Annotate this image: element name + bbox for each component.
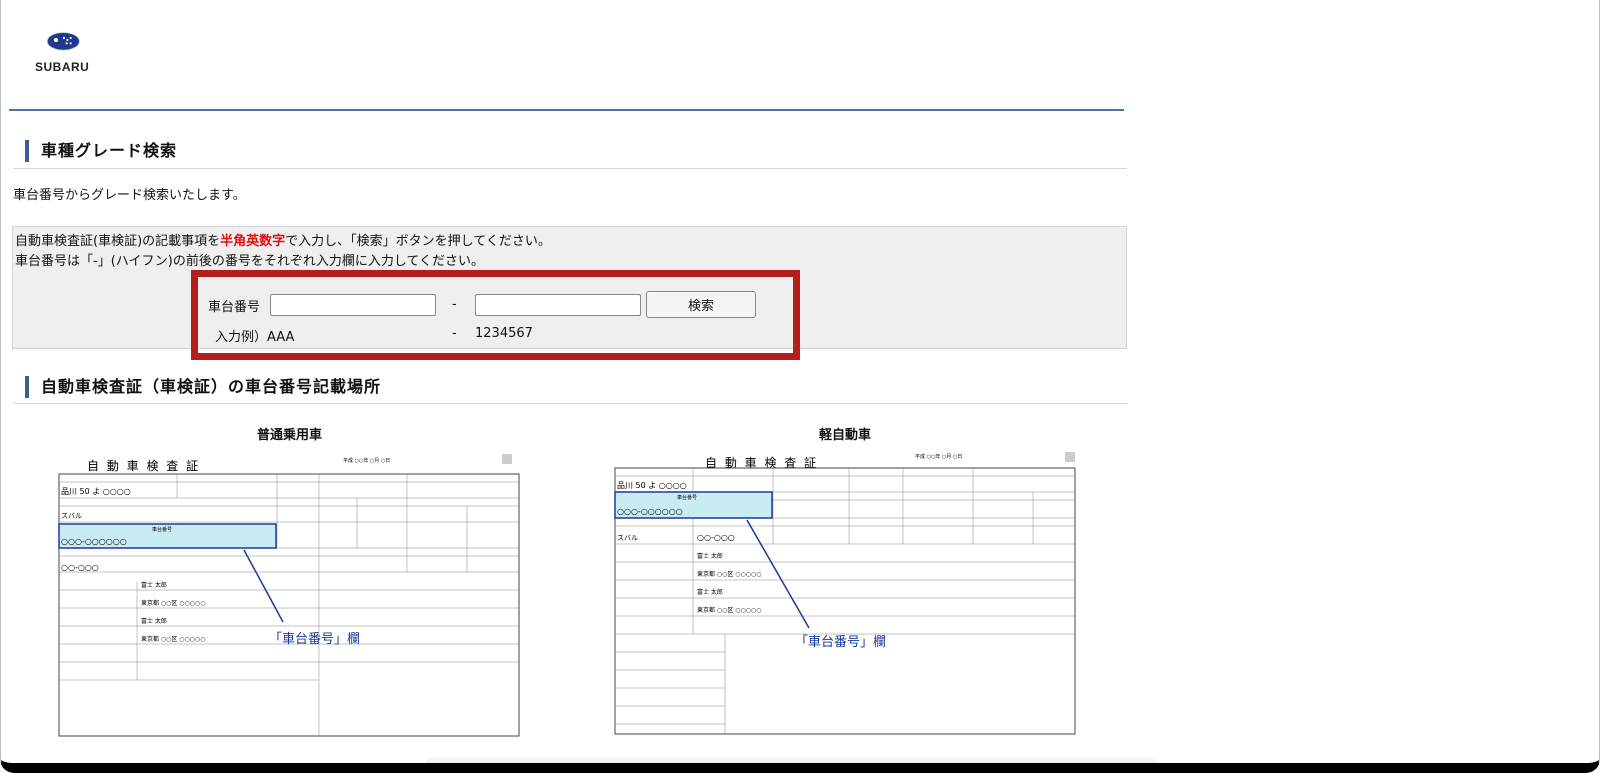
svg-text:東京都 ○○区 ○○○○○: 東京都 ○○区 ○○○○○ — [697, 570, 761, 578]
logo-text: SUBARU — [35, 60, 90, 74]
cert-date: 平成 ○○年 ○月 ○日 — [343, 457, 390, 464]
cert-model: ○○-○○○ — [697, 533, 735, 542]
chassis-number-label: 車台番号 — [208, 300, 261, 315]
cert-title: 自 動 車 検 査 証 — [87, 459, 200, 473]
svg-text:東京都 ○○区 ○○○○○: 東京都 ○○区 ○○○○○ — [697, 606, 761, 614]
example-hyphen: - — [452, 326, 457, 341]
certificate-drawing: 自 動 車 検 査 証 平成 ○○年 ○月 ○日 品川 50 よ ○○○○ スバ… — [58, 454, 520, 737]
cert-number: 品川 50 よ ○○○○ — [617, 481, 687, 490]
certificate-drawing: 自 動 車 検 査 証 平成 ○○年 ○月 ○日 品川 50 よ ○○○○ 車台… — [614, 452, 1076, 735]
section-title-chassis-location: 自動車検査証（車検証）の車台番号記載場所 — [25, 376, 381, 398]
cert-car-name: スバル — [617, 534, 638, 542]
svg-text:富士 太郎: 富士 太郎 — [697, 552, 723, 560]
certificate-image-regular: 自 動 車 検 査 証 平成 ○○年 ○月 ○日 品川 50 よ ○○○○ スバ… — [47, 450, 531, 752]
certificate-image-kei: 自 動 車 検 査 証 平成 ○○年 ○月 ○日 品川 50 よ ○○○○ 車台… — [613, 452, 1083, 752]
svg-text:東京都 ○○区 ○○○○○: 東京都 ○○区 ○○○○○ — [141, 635, 205, 643]
svg-text:車台番号: 車台番号 — [677, 494, 697, 501]
instruction-line-1: 自動車検査証(車検証)の記載事項を半角英数字で入力し、「検索」ボタンを押してくだ… — [15, 234, 551, 249]
search-button[interactable]: 検索 — [646, 291, 756, 318]
page-frame: SUBARU 車種グレード検索 車台番号からグレード検索いたします。 自動車検査… — [0, 0, 1600, 773]
svg-text:東京都 ○○区 ○○○○○: 東京都 ○○区 ○○○○○ — [141, 599, 205, 607]
example-label: 入力例）AAA — [215, 330, 295, 345]
category-label-kei: 軽自動車 — [819, 428, 872, 443]
section-title-grade-search: 車種グレード検索 — [25, 140, 177, 162]
callout-line — [243, 549, 284, 623]
section-divider — [13, 168, 1127, 169]
intro-text: 車台番号からグレード検索いたします。 — [13, 188, 246, 203]
highlight-half-width: 半角英数字 — [220, 234, 286, 249]
cert-date: 平成 ○○年 ○月 ○日 — [915, 453, 962, 460]
svg-text:富士 太郎: 富士 太郎 — [141, 617, 167, 625]
header-divider — [9, 109, 1124, 111]
svg-text:富士 太郎: 富士 太郎 — [697, 588, 723, 596]
instruction-line-2: 車台番号は「-」(ハイフン)の前後の番号をそれぞれ入力欄に入力してください。 — [15, 254, 485, 269]
svg-text:車台番号: 車台番号 — [152, 526, 172, 533]
cert-chassis-value: ○○○-○○○○○○ — [61, 537, 127, 546]
category-label-regular: 普通乗用車 — [257, 428, 323, 443]
svg-text:富士 太郎: 富士 太郎 — [141, 581, 167, 589]
chassis-number-part1-input[interactable] — [270, 294, 436, 316]
cert-chassis-value: ○○○-○○○○○○ — [617, 507, 683, 516]
cert-number: 品川 50 よ ○○○○ — [61, 487, 131, 496]
chassis-number-part2-input[interactable] — [475, 294, 641, 316]
cert-car-name: スバル — [61, 512, 82, 520]
hyphen-separator: - — [452, 297, 457, 312]
scroll-shadow — [421, 755, 1161, 763]
cert-model: ○○-○○○ — [61, 563, 99, 572]
section-divider — [13, 403, 1127, 404]
example-part2: 1234567 — [475, 326, 533, 341]
callout-label: 「車台番号」欄 — [269, 631, 360, 647]
subaru-logo-icon[interactable] — [45, 32, 95, 60]
callout-label: 「車台番号」欄 — [795, 634, 886, 650]
